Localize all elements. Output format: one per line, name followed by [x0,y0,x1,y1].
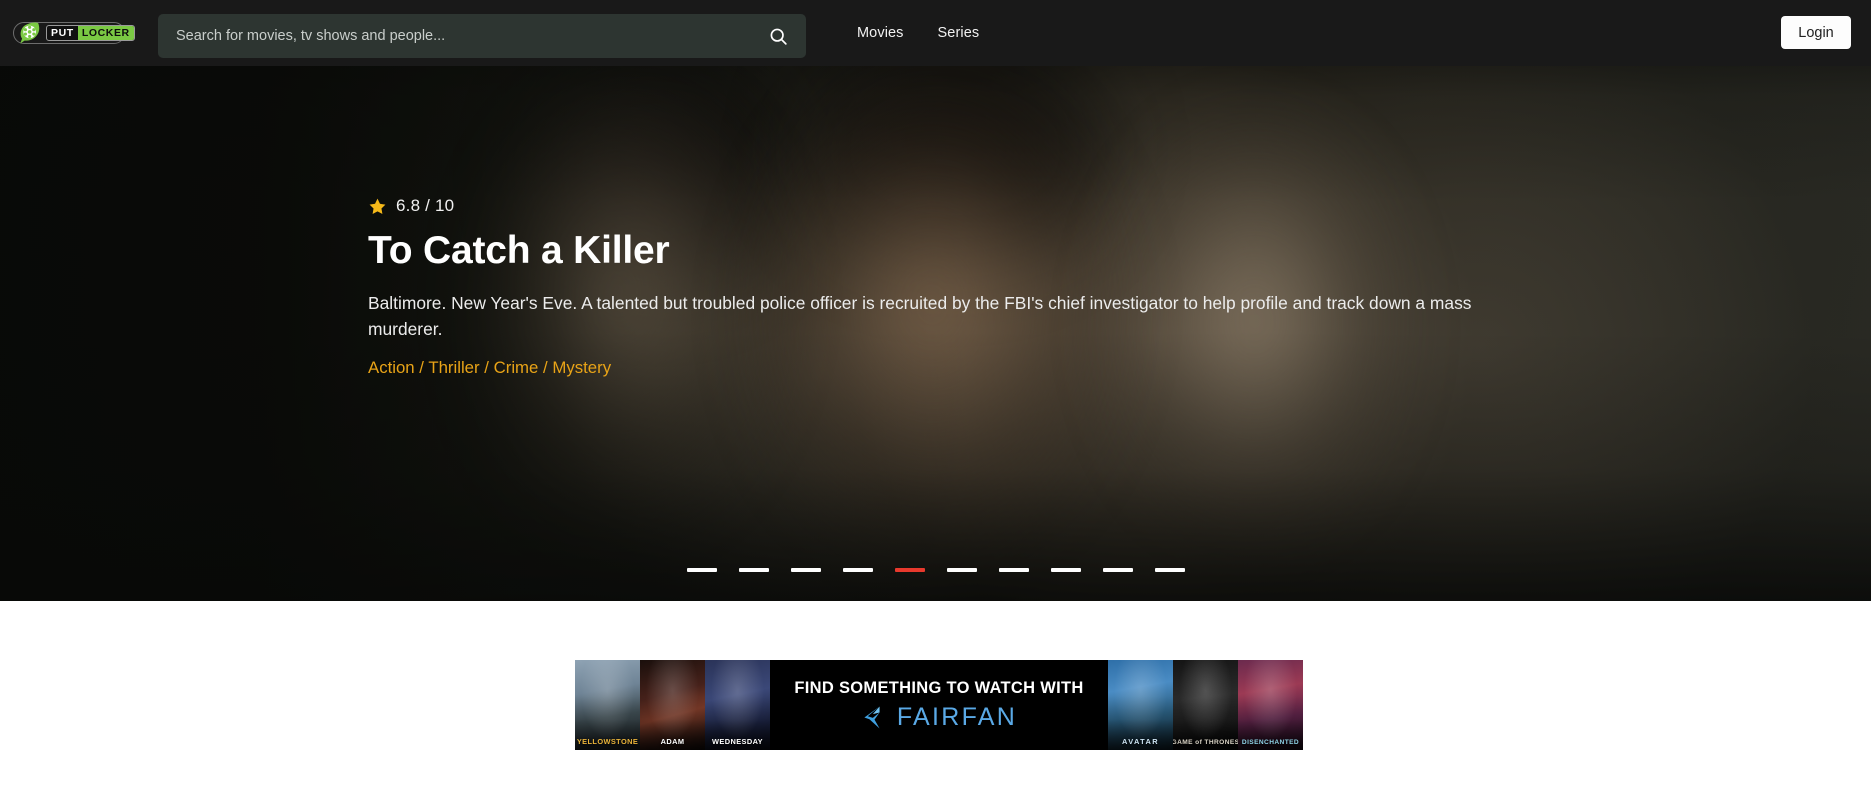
carousel-dot-10[interactable] [1154,568,1185,572]
ad-poster-art [1238,660,1303,750]
page-content: YELLOWSTONE ADAM WEDNESDAY FIND SOMETHING … [0,601,1871,806]
genre-link-mystery[interactable]: Mystery [552,358,611,377]
hero-content: 6.8 / 10 To Catch a Killer Baltimore. Ne… [368,196,1508,380]
genre-link-thriller[interactable]: Thriller [428,358,479,377]
ad-poster: ADAM [640,660,705,750]
carousel-dot-8[interactable] [1050,568,1081,572]
carousel-dot-2[interactable] [738,568,769,572]
hero-title: To Catch a Killer [368,229,670,272]
ad-poster: GAME of THRONES [1173,660,1238,750]
hero-description: Baltimore. New Year's Eve. A talented bu… [368,292,1472,340]
ad-headline: FIND SOMETHING TO WATCH WITH [794,678,1084,697]
genre-separator: / [414,357,429,377]
genre-link-action[interactable]: Action [368,358,415,377]
hero-carousel-section: 6.8 / 10 To Catch a Killer Baltimore. Ne… [0,0,1871,601]
ad-poster-title: GAME of THRONES [1173,739,1238,746]
ad-poster: WEDNESDAY [705,660,770,750]
advertisement-banner[interactable]: YELLOWSTONE ADAM WEDNESDAY FIND SOMETHING … [575,660,1303,750]
logo-text-put: PUT [51,26,74,39]
rating-value: 6.8 / 10 [396,196,455,215]
nav-item-series[interactable]: Series [938,25,980,41]
star-icon [368,197,387,216]
fairfan-logo-icon [864,706,880,728]
search-icon [770,28,787,45]
carousel-dot-4[interactable] [842,568,873,572]
genre-link-crime[interactable]: Crime [494,358,539,377]
ad-poster: DISENCHANTED [1238,660,1303,750]
ad-poster-title: YELLOWSTONE [576,737,639,746]
hero-genre-list: Action / Thriller / Crime / Mystery [368,355,1508,380]
login-button[interactable]: Login [1781,16,1851,49]
ad-poster: AVATAR [1108,660,1173,750]
ad-poster-title: DISENCHANTED [1241,739,1300,746]
logo-text-locker: LOCKER [77,26,134,40]
ad-poster: YELLOWSTONE [575,660,640,750]
hero-rating: 6.8 / 10 [368,196,1508,216]
ad-poster-title: ADAM [660,737,685,746]
ad-message: FIND SOMETHING TO WATCH WITH FAIRFAN [770,660,1108,750]
main-nav: Movies Series [857,0,979,66]
putlocker-logo[interactable]: PUT LOCKER [13,22,135,44]
carousel-dot-5[interactable] [894,568,925,572]
ad-brand: FAIRFAN [861,703,1017,732]
search-input[interactable] [158,14,750,58]
ad-poster-title: AVATAR [1122,737,1159,746]
carousel-dot-9[interactable] [1102,568,1133,572]
ad-poster-art [1173,660,1238,750]
nav-item-movies[interactable]: Movies [857,25,904,41]
carousel-indicators[interactable] [0,568,1871,572]
film-reel-icon [20,22,40,44]
genre-separator: / [538,357,553,377]
carousel-dot-1[interactable] [686,568,717,572]
search-button[interactable] [750,14,806,58]
ad-poster-title: WEDNESDAY [712,737,763,746]
genre-separator: / [479,357,494,377]
carousel-dot-3[interactable] [790,568,821,572]
ad-brand-text: FAIRFAN [896,702,1018,731]
ad-posters-right: AVATAR GAME of THRONES DISENCHANTED [1108,660,1303,750]
logo-wordmark: PUT LOCKER [46,25,135,41]
ad-posters-left: YELLOWSTONE ADAM WEDNESDAY [575,660,770,750]
carousel-dot-7[interactable] [998,568,1029,572]
carousel-dot-6[interactable] [946,568,977,572]
search-bar[interactable] [158,14,806,58]
site-header: PUT LOCKER Movies Series Login [0,0,1871,66]
